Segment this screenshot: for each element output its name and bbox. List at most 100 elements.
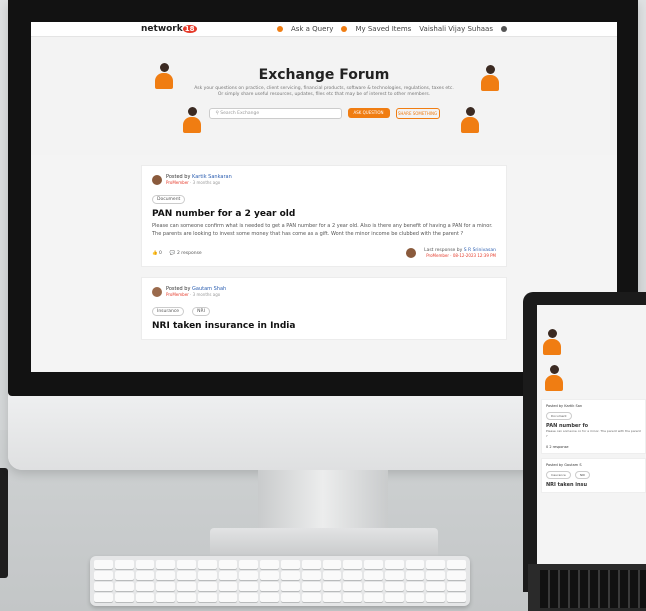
site-logo[interactable]: network 18 (141, 24, 197, 34)
illustration-person-mini (543, 365, 565, 391)
keyboard-key (94, 571, 113, 580)
keyboard-key (239, 582, 259, 591)
post-title[interactable]: NRI taken insurance in India (152, 321, 496, 331)
post-tag-chip[interactable]: NRI (192, 307, 210, 316)
keyboard-key (343, 571, 363, 580)
keyboard-key (281, 571, 300, 580)
post-tag-chip[interactable]: Document (152, 195, 186, 204)
keyboard-key (301, 571, 321, 580)
keyboard-key (281, 582, 300, 591)
imac-stand (258, 470, 388, 532)
keyboard-key (364, 560, 383, 569)
keyboard-key (197, 582, 217, 591)
keyboard (90, 556, 470, 606)
post-title[interactable]: PAN number for a 2 year old (152, 209, 496, 219)
post-card[interactable]: Posted by Kartik Sankaran ProMember · 3 … (141, 165, 507, 267)
keyboard-key (301, 593, 321, 602)
post-author-block: Posted by Gautam Shah ProMember · 3 mont… (152, 286, 496, 297)
last-response: Last response by S R Srinivasan ProMembe… (424, 248, 496, 258)
keyboard-key (260, 560, 279, 569)
illustration-person-mini (541, 329, 563, 355)
mini-post-card[interactable]: Posted by Gautam S Insurance NRI NRI tak… (541, 458, 646, 493)
keyboard-key (218, 571, 238, 580)
keyboard-key (218, 582, 238, 591)
laptop-keyboard (540, 570, 646, 608)
avatar (406, 248, 417, 258)
keyboard-key (135, 593, 155, 602)
keyboard-key (364, 582, 383, 591)
keyboard-key (426, 571, 446, 580)
share-something-button[interactable]: SHARE SOMETHING (395, 108, 440, 119)
keyboard-key (94, 593, 113, 602)
nav-ask-query[interactable]: Ask a Query (291, 25, 334, 33)
illustration-person-right-bottom (459, 107, 481, 133)
post-tag-chip[interactable]: Insurance (152, 307, 185, 316)
keyboard-key (343, 560, 363, 569)
keyboard-key (135, 560, 155, 569)
keyboard-key (364, 593, 383, 602)
hero-subtitle: Ask your questions on practice, client s… (194, 86, 454, 97)
keyboard-key (260, 571, 279, 580)
keyboard-key (447, 571, 466, 580)
keyboard-key (177, 593, 196, 602)
keyboard-key (405, 560, 425, 569)
keyboard-key (239, 560, 259, 569)
keyboard-key (156, 582, 176, 591)
keyboard-key (364, 571, 383, 580)
nav-saved-items[interactable]: My Saved Items (355, 25, 411, 33)
keyboard-key (426, 560, 446, 569)
post-meta: 👍 0 💬 2 response Last response by S R Sr… (152, 248, 496, 258)
bookmark-icon (341, 26, 348, 32)
phone-edge (0, 468, 8, 578)
ask-question-button[interactable]: ASK QUESTION (347, 108, 390, 118)
keyboard-key (177, 582, 196, 591)
keyboard-key (384, 560, 404, 569)
keyboard-key (114, 560, 134, 569)
keyboard-key (135, 571, 155, 580)
site-navbar: network 18 Ask a Query My Saved Items Vai… (31, 22, 617, 37)
user-avatar[interactable] (501, 26, 507, 32)
illustration-person-left-bottom (181, 107, 203, 133)
keyboard-key (384, 593, 404, 602)
keyboard-key (343, 593, 363, 602)
nav-user-name[interactable]: Vaishali Vijay Suhaas (419, 25, 493, 33)
avatar (152, 174, 162, 185)
keyboard-key (426, 593, 446, 602)
keyboard-key (218, 593, 238, 602)
keyboard-key (301, 582, 321, 591)
keyboard-key (114, 593, 134, 602)
laptop-screen: Posted by Kartik San Document PAN number… (537, 305, 646, 564)
keyboard-key (135, 582, 155, 591)
thumbs-up-icon: 👍 (152, 250, 158, 256)
ask-icon (276, 26, 283, 32)
post-card[interactable]: Posted by Gautam Shah ProMember · 3 mont… (141, 277, 507, 340)
keyboard-key (301, 560, 321, 569)
keyboard-key (156, 560, 176, 569)
keyboard-key (197, 560, 217, 569)
keyboard-key (239, 571, 259, 580)
keyboard-key (177, 571, 196, 580)
hero-banner: Exchange Forum Ask your questions on pra… (31, 37, 617, 155)
keyboard-key (156, 593, 176, 602)
keyboard-key (197, 593, 217, 602)
keyboard-key (260, 593, 279, 602)
keyboard-key (114, 571, 134, 580)
keyboard-key (94, 582, 113, 591)
keyboard-key (405, 593, 425, 602)
keyboard-key (322, 593, 342, 602)
mini-post-card[interactable]: Posted by Kartik San Document PAN number… (541, 399, 646, 454)
keyboard-key (156, 571, 176, 580)
keyboard-key (322, 582, 342, 591)
comment-icon: 💬 (169, 250, 176, 256)
search-input[interactable]: ⚲ Search Exchange (208, 108, 342, 119)
keyboard-key (197, 571, 217, 580)
page-title: Exchange Forum (258, 67, 390, 83)
keyboard-key (322, 560, 342, 569)
like-button[interactable]: 👍 0 (152, 251, 162, 256)
keyboard-key (384, 582, 404, 591)
keyboard-key (405, 571, 425, 580)
keyboard-key (94, 560, 113, 569)
keyboard-key (447, 582, 466, 591)
responses-link[interactable]: 💬 2 response (170, 251, 202, 256)
keyboard-key (177, 560, 196, 569)
